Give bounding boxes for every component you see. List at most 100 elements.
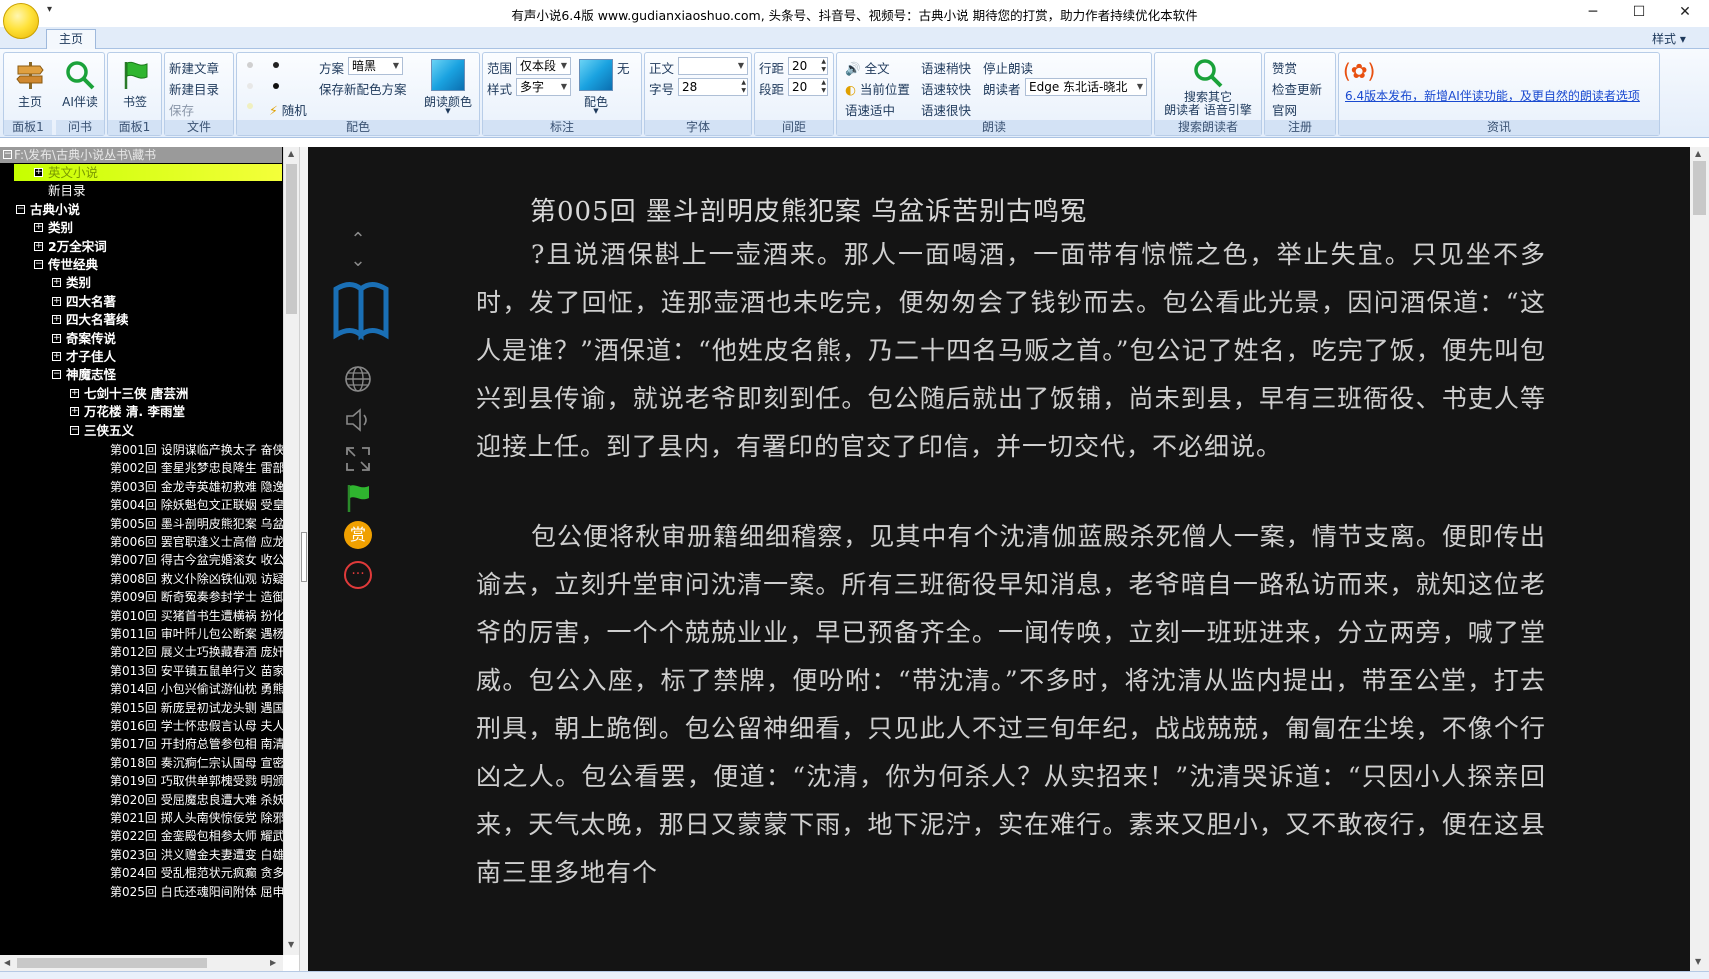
minimize-button[interactable]: ─ xyxy=(1570,0,1616,26)
chapter-item[interactable]: 第015回 新庞昱初试龙头铡 遇国 xyxy=(110,698,283,718)
splitter-grip-icon[interactable] xyxy=(301,532,307,582)
donate-button[interactable]: 赞赏 xyxy=(1272,58,1297,77)
tree-hscroll-thumb[interactable] xyxy=(17,958,207,968)
expand-icon[interactable]: + xyxy=(52,352,61,361)
chapter-item[interactable]: 第012回 展义士巧换藏春酒 庞奸 xyxy=(110,642,283,662)
reader-scroll-thumb[interactable] xyxy=(1693,161,1706,215)
maximize-button[interactable]: ☐ xyxy=(1616,0,1662,26)
chapter-item[interactable]: 第011回 审叶阡儿包公断案 遇杨 xyxy=(110,624,283,644)
tab-home[interactable]: 主页 xyxy=(46,29,96,50)
chapter-item[interactable]: 第017回 开封府总管参包相 南清 xyxy=(110,734,283,754)
expand-icon[interactable]: + xyxy=(52,296,61,306)
tree-node[interactable]: 才子佳人 xyxy=(66,348,116,366)
speaker-icon[interactable] xyxy=(344,407,372,433)
chapter-item[interactable]: 第024回 受乱棍范状元疯癫 贪多 xyxy=(110,863,283,883)
app-logo-icon[interactable] xyxy=(3,3,39,39)
reading-pane[interactable]: ⌃ ⌄ 赏 ··· 第005回 墨斗剖明皮熊犯案 乌盆诉苦别古鸣冤 ?且说酒保斟… xyxy=(308,147,1690,971)
color-dot-light[interactable] xyxy=(247,62,253,68)
expand-icon[interactable]: + xyxy=(34,241,43,251)
scroll-up-icon[interactable]: ▲ xyxy=(288,149,294,158)
scroll-right-icon[interactable]: ▶ xyxy=(270,958,276,967)
official-site-button[interactable]: 官网 xyxy=(1272,100,1297,119)
tree-node[interactable]: 类别 xyxy=(48,219,73,237)
collapse-icon[interactable]: − xyxy=(52,370,61,380)
collapse-icon[interactable]: − xyxy=(34,260,43,269)
chapter-item[interactable]: 第014回 小包兴偷试游仙枕 勇熊 xyxy=(110,679,283,699)
tree-node[interactable]: 古典小说 xyxy=(30,201,80,219)
expand-icon[interactable]: + xyxy=(70,388,79,398)
range-select[interactable]: 仅本段 ▼ xyxy=(516,57,571,75)
scroll-down-icon[interactable]: ▼ xyxy=(1695,957,1701,966)
chapter-item[interactable]: 第013回 安平镇五鼠单行义 苗家 xyxy=(110,661,283,681)
chapter-item[interactable]: 第007回 得古今盆完婚滚女 收公 xyxy=(110,550,283,570)
mark-none-button[interactable]: 无 xyxy=(617,58,630,77)
chapter-item[interactable]: 第006回 罢官职逢义士高僧 应龙 xyxy=(110,532,283,552)
chapter-item[interactable]: 第022回 金銮殿包相参太师 耀武 xyxy=(110,826,283,846)
tree-node[interactable]: 奇案传说 xyxy=(66,330,116,348)
mark-style-select[interactable]: 多字 ▼ xyxy=(516,78,571,96)
globe-icon[interactable] xyxy=(344,365,372,393)
tree-node[interactable]: 英文小说 xyxy=(48,164,98,182)
reward-icon[interactable]: 赏 xyxy=(344,521,372,549)
save-scheme-button[interactable]: 保存新配色方案 xyxy=(319,79,407,98)
scheme-select[interactable]: 暗黑 ▼ xyxy=(348,57,403,75)
read-full-button[interactable]: 🔊 全文 xyxy=(845,58,890,77)
chapter-item[interactable]: 第008回 救义仆除凶铁仙观 访疑 xyxy=(110,569,283,589)
tree-node[interactable]: 四大名著 xyxy=(66,293,116,311)
random-color-button[interactable]: ⚡ 随机 xyxy=(269,100,307,119)
new-article-button[interactable]: 新建文章 xyxy=(169,58,219,77)
expand-icon[interactable]: + xyxy=(52,333,61,343)
tree-root-path[interactable]: F:\发布\古典小说丛书\藏书 xyxy=(0,147,282,163)
scroll-up-icon[interactable]: ▲ xyxy=(1695,149,1701,158)
font-size-stepper[interactable]: 28 ▲ ▼ xyxy=(678,78,748,96)
style-menu[interactable]: 样式 ▾ xyxy=(1652,30,1686,47)
scroll-left-icon[interactable]: ◀ xyxy=(4,958,10,967)
color-dot-cream[interactable] xyxy=(247,103,253,109)
search-reader-button[interactable]: 搜索其它 朗读者 语音引擎 xyxy=(1157,55,1259,117)
tree-node[interactable]: 传世经典 xyxy=(48,256,98,274)
tree-node[interactable]: 2万全宋词 xyxy=(48,238,107,256)
speed-faster-button[interactable]: 语速较快 xyxy=(921,79,971,98)
chapter-item[interactable]: 第010回 买猪首书生遭横祸 扮化 xyxy=(110,606,283,626)
chapter-item[interactable]: 第002回 奎星兆梦忠良降生 雷部 xyxy=(110,458,283,478)
more-options-icon[interactable]: ··· xyxy=(344,561,372,589)
expand-icon[interactable]: + xyxy=(52,278,61,288)
tree-node[interactable]: 类别 xyxy=(66,274,91,292)
collapse-expand-icon[interactable]: ⌃ ⌄ xyxy=(338,229,378,271)
chapter-item[interactable]: 第003回 金龙寺英雄初救难 隐逸 xyxy=(110,477,283,497)
expand-icon[interactable]: + xyxy=(70,407,79,417)
para-spacing-stepper[interactable]: 20 ▲ ▼ xyxy=(788,78,828,96)
fullscreen-icon[interactable] xyxy=(344,445,372,473)
font-select[interactable]: ▼ xyxy=(678,57,748,75)
tree-node[interactable]: 三侠五义 xyxy=(84,422,134,440)
collapse-icon[interactable]: − xyxy=(16,204,25,214)
chapter-item[interactable]: 第004回 除妖魁包文正联姻 受皇 xyxy=(110,495,283,515)
check-update-button[interactable]: 检查更新 xyxy=(1272,79,1322,98)
expand-icon[interactable]: + xyxy=(34,223,43,233)
collapse-icon[interactable]: − xyxy=(70,425,79,435)
chapter-item[interactable]: 第016回 学士怀忠假言认母 夫人 xyxy=(110,716,283,736)
stop-read-button[interactable]: 停止朗读 xyxy=(983,58,1033,77)
chapter-item[interactable]: 第020回 受屈魔忠良遭大难 杀妖 xyxy=(110,790,283,810)
chapter-item[interactable]: 第005回 墨斗剖明皮熊犯案 乌盆 xyxy=(110,514,283,534)
tree-node[interactable]: 四大名著续 xyxy=(66,311,129,329)
reader-vertical-scrollbar[interactable]: ▲ ▼ xyxy=(1690,147,1709,971)
tree-node[interactable]: 七剑十三侠 唐芸洲 xyxy=(84,385,188,403)
speed-normal-button[interactable]: 语速适中 xyxy=(845,100,895,119)
expand-icon[interactable]: + xyxy=(52,315,61,325)
color-dot-white[interactable] xyxy=(247,83,253,89)
chapter-item[interactable]: 第009回 断奇冤奏参封学士 造御 xyxy=(110,587,283,607)
reader-select[interactable]: Edge 东北话-晓北 ▼ xyxy=(1025,78,1147,96)
color-dot-black[interactable] xyxy=(273,83,279,89)
news-link[interactable]: 6.4版本发布，新增AI伴读功能，及更自然的朗读者选项 xyxy=(1345,87,1640,104)
save-button[interactable]: 保存 xyxy=(169,100,194,119)
home-button[interactable]: 主页 xyxy=(6,55,54,117)
panel-splitter[interactable] xyxy=(299,147,308,971)
chapter-item[interactable]: 第025回 白氏还魂阳间附体 屈申 xyxy=(110,882,283,902)
close-button[interactable]: ✕ xyxy=(1662,0,1708,26)
directory-tree[interactable]: F:\发布\古典小说丛书\藏书 − + 英文小说 新目录 − 古典小说 + 类别 +2万全宋词… xyxy=(0,147,283,955)
color-dot-dark[interactable] xyxy=(273,62,279,68)
chapter-item[interactable]: 第018回 奏沉痾仁宗认国母 宣密 xyxy=(110,753,283,773)
speed-fastest-button[interactable]: 语速很快 xyxy=(921,100,971,119)
line-spacing-stepper[interactable]: 20 ▲ ▼ xyxy=(788,57,828,75)
